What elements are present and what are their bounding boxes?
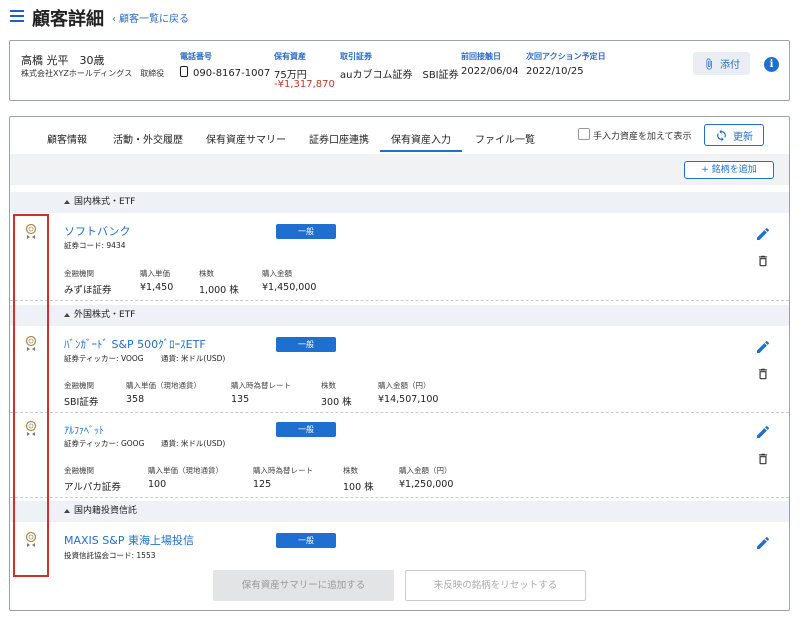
last-contact-label: 前回接触日 — [461, 52, 501, 61]
col-value: みずほ証券 — [64, 285, 112, 296]
col-label: 株数 — [199, 269, 214, 278]
edit-pencil-icon[interactable] — [755, 535, 771, 551]
col-value: 135 — [231, 394, 250, 405]
col-label: 金融機関 — [64, 269, 94, 278]
trash-icon[interactable] — [756, 253, 770, 269]
item-divider — [10, 497, 789, 498]
highlight-annotation-box — [13, 214, 49, 577]
col-label: 株数 — [321, 381, 336, 390]
page-title: 顧客詳細 — [32, 9, 104, 30]
col-value: 100 — [148, 479, 167, 490]
trash-icon[interactable] — [756, 451, 770, 467]
account-type-badge: 一般 — [276, 337, 336, 352]
item-divider — [10, 412, 789, 413]
customer-company: 株式会社XYZホールディングス 取締役 — [21, 69, 165, 78]
col-label: 購入単価（現地通貨） — [148, 466, 223, 475]
next-action-label: 次回アクション予定日 — [526, 52, 606, 61]
item-name-softbank[interactable]: ソフトバンク — [64, 223, 131, 239]
last-contact-value: 2022/06/04 — [461, 66, 519, 77]
collapse-triangle-icon — [64, 509, 70, 513]
edit-pencil-icon[interactable] — [755, 226, 771, 242]
add-stock-button[interactable]: + 銘柄を追加 — [684, 161, 774, 179]
item-currency: 通貨: 米ドル(USD) — [161, 439, 226, 448]
chevron-left-icon: ‹ — [112, 14, 116, 25]
section-domestic-stocks[interactable]: 国内株式・ETF — [10, 192, 789, 213]
paperclip-icon — [706, 58, 712, 69]
section-foreign-stocks[interactable]: 外国株式・ETF — [10, 305, 789, 326]
col-label: 購入時為替レート — [231, 381, 291, 390]
back-to-customer-list-link[interactable]: ‹ 顧客一覧に戻る — [112, 10, 189, 25]
info-icon[interactable]: i — [764, 57, 779, 72]
tab-asset-summary[interactable]: 保有資産サマリー — [206, 131, 286, 146]
tab-securities-link[interactable]: 証券口座連携 — [309, 131, 369, 146]
col-label: 購入時為替レート — [253, 466, 313, 475]
attach-button[interactable]: 添付 — [693, 52, 750, 75]
tab-activity-history[interactable]: 活動・外交履歴 — [113, 131, 183, 146]
next-action-value: 2022/10/25 — [526, 66, 584, 77]
item-name-maxis[interactable]: MAXIS S&P 東海上場投信 — [64, 532, 194, 548]
menu-icon[interactable] — [10, 10, 24, 22]
col-value: 300 株 — [321, 397, 352, 408]
account-type-badge: 一般 — [276, 224, 336, 239]
col-value: ¥1,450,000 — [262, 282, 317, 293]
collapse-triangle-icon — [64, 313, 70, 317]
col-value: SBI証券 — [64, 397, 99, 408]
include-manual-checkbox[interactable] — [578, 128, 590, 140]
item-divider — [10, 300, 789, 301]
refresh-button[interactable]: 更新 — [704, 124, 764, 146]
customer-name: 高橋 光平 30歳 — [21, 54, 105, 67]
tab-asset-input[interactable]: 保有資産入力 — [391, 131, 451, 146]
item-currency: 通貨: 米ドル(USD) — [161, 354, 226, 363]
refresh-icon — [717, 129, 726, 141]
col-label: 金融機関 — [64, 381, 94, 390]
col-value: 358 — [126, 394, 145, 405]
toolbar-band — [10, 154, 789, 185]
col-label: 株数 — [343, 466, 358, 475]
col-value: ¥1,250,000 — [399, 479, 454, 490]
col-value: 1,000 株 — [199, 285, 239, 296]
active-tab-indicator — [380, 150, 462, 152]
add-to-summary-button[interactable]: 保有資産サマリーに追加する — [213, 570, 394, 601]
col-label: 購入金額（円） — [399, 466, 452, 475]
trash-icon[interactable] — [756, 366, 770, 382]
col-label: 購入金額（円） — [378, 381, 431, 390]
col-value: 125 — [253, 479, 272, 490]
item-name-vanguard[interactable]: ﾊﾞﾝｶﾞｰﾄﾞ S&P 500ｸﾞﾛｰｽETF — [64, 336, 206, 352]
include-manual-label: 手入力資産を加えて表示 — [593, 132, 692, 142]
phone-label: 電話番号 — [180, 52, 212, 61]
tab-customer-info[interactable]: 顧客情報 — [47, 131, 87, 146]
account-type-badge: 一般 — [276, 533, 336, 548]
collapse-triangle-icon — [64, 200, 70, 204]
col-value: ¥1,450 — [140, 282, 174, 293]
account-type-badge: 一般 — [276, 422, 336, 437]
col-label: 購入単価（現地通貨） — [126, 381, 201, 390]
mobile-phone-icon — [180, 66, 188, 77]
item-code: 証券コード: 9434 — [64, 241, 126, 250]
item-ticker: 証券ティッカー: GOOG — [64, 439, 145, 448]
col-value: アルパカ証券 — [64, 482, 121, 493]
col-value: 100 株 — [343, 482, 374, 493]
col-label: 購入金額 — [262, 269, 292, 278]
broker-value: auカブコム証券 SBI証券 — [340, 70, 459, 81]
reset-unreflected-button[interactable]: 未反映の銘柄をリセットする — [405, 570, 586, 601]
col-label: 購入単価 — [140, 269, 170, 278]
item-ticker: 証券ティッカー: VOOG — [64, 354, 144, 363]
section-domestic-funds[interactable]: 国内籍投資信託 — [10, 501, 789, 522]
assets-label: 保有資産 — [274, 52, 306, 61]
phone-value[interactable]: 090-8167-1007 — [180, 66, 270, 79]
col-label: 金融機関 — [64, 466, 94, 475]
tab-file-list[interactable]: ファイル一覧 — [475, 131, 535, 146]
assets-change: -¥1,317,870 — [274, 79, 335, 90]
broker-label: 取引証券 — [340, 52, 372, 61]
item-code: 投資信託協会コード: 1553 — [64, 551, 156, 560]
edit-pencil-icon[interactable] — [755, 339, 771, 355]
col-value: ¥14,507,100 — [378, 394, 439, 405]
item-name-alphabet[interactable]: ｱﾙﾌｧﾍﾞｯﾄ — [64, 422, 104, 437]
edit-pencil-icon[interactable] — [755, 424, 771, 440]
